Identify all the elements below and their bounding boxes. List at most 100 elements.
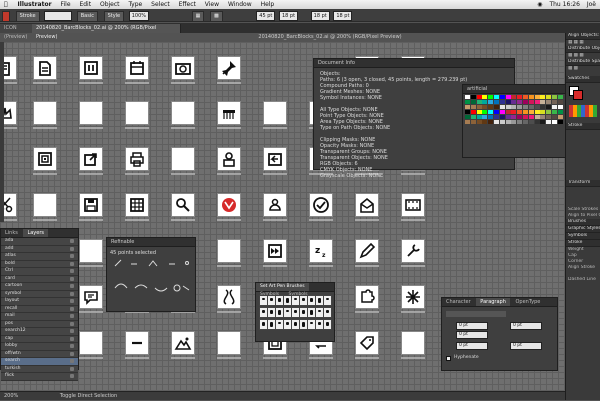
color-swatch[interactable] xyxy=(505,120,511,124)
wrench-icon[interactable] xyxy=(402,240,424,262)
color-swatch[interactable] xyxy=(523,100,528,104)
doc-icon[interactable] xyxy=(34,57,56,79)
color-swatch[interactable] xyxy=(465,95,470,99)
ffwd-icon[interactable] xyxy=(264,240,286,262)
color-swatch[interactable] xyxy=(482,95,488,99)
stroke-swatch-preview[interactable] xyxy=(573,90,583,100)
color-swatch[interactable] xyxy=(540,120,546,124)
layer-row[interactable]: layout xyxy=(1,298,78,306)
color-swatch[interactable] xyxy=(488,95,494,99)
menu-edit[interactable]: Edit xyxy=(79,0,91,9)
layer-row[interactable]: search12 xyxy=(1,328,78,336)
color-swatch[interactable] xyxy=(494,115,499,119)
color-swatch[interactable] xyxy=(517,115,523,119)
color-swatch[interactable] xyxy=(534,115,540,119)
color-swatch[interactable] xyxy=(488,115,494,119)
layer-row[interactable]: Ctrl xyxy=(1,268,78,276)
empty-artboard[interactable] xyxy=(172,102,194,124)
empty-artboard[interactable] xyxy=(34,102,56,124)
label-icon[interactable] xyxy=(356,332,378,354)
menu-object[interactable]: Object xyxy=(100,0,120,9)
empty-artboard[interactable] xyxy=(80,102,102,124)
layer-row[interactable]: pos xyxy=(1,320,78,328)
color-swatch[interactable] xyxy=(470,115,476,119)
save-icon[interactable] xyxy=(80,194,102,216)
color-swatch[interactable] xyxy=(534,100,540,104)
layer-visibility-icon[interactable] xyxy=(70,366,74,371)
clock[interactable]: Thu 16:26 xyxy=(549,1,579,8)
zz-icon[interactable]: zz xyxy=(310,240,332,262)
color-swatch[interactable] xyxy=(557,120,563,124)
color-swatch[interactable] xyxy=(546,95,552,99)
color-swatch[interactable] xyxy=(488,100,494,104)
empty-artboard[interactable] xyxy=(34,194,56,216)
y-field[interactable]: 18 pt xyxy=(278,11,299,21)
color-swatch[interactable] xyxy=(523,115,528,119)
menu-help[interactable]: Help xyxy=(261,0,275,9)
layer-row[interactable]: recall xyxy=(1,305,78,313)
swatches-section[interactable]: Swatches xyxy=(566,76,600,83)
color-swatch[interactable] xyxy=(528,105,534,109)
color-swatch[interactable] xyxy=(488,120,494,124)
app-menu[interactable]: Illustrator xyxy=(18,0,52,9)
hyphenate-checkbox[interactable] xyxy=(446,356,451,361)
color-swatch[interactable] xyxy=(465,105,470,109)
empty-artboard[interactable] xyxy=(402,332,424,354)
color-swatch[interactable] xyxy=(465,115,470,119)
empty-artboard[interactable] xyxy=(218,332,240,354)
document-info-title[interactable]: Document Info xyxy=(314,59,514,68)
tab-barcblocks[interactable]: 20140820_BarcBlocks_02.ai @ 200% (RGB/Pi… xyxy=(32,24,181,40)
left-indent-field[interactable]: 0 pt xyxy=(456,322,488,330)
tab-opentype[interactable]: OpenType xyxy=(512,298,545,306)
symbols-section[interactable]: Symbols xyxy=(566,233,600,240)
stroke-section[interactable]: Stroke xyxy=(566,123,600,130)
transform-section[interactable]: Transform xyxy=(566,180,600,187)
refinable-title[interactable]: Refinable xyxy=(107,238,195,247)
layer-visibility-icon[interactable] xyxy=(70,314,74,318)
color-swatch[interactable] xyxy=(499,100,505,104)
empty-artboard[interactable] xyxy=(172,148,194,170)
tab-layers[interactable]: Layers xyxy=(23,229,48,237)
calendar-icon[interactable] xyxy=(126,57,148,79)
tab-links[interactable]: Links xyxy=(1,229,22,237)
color-swatch[interactable] xyxy=(470,100,476,104)
stroke-panel-title[interactable]: Stroke xyxy=(566,240,600,247)
color-swatch[interactable] xyxy=(557,115,563,119)
color-swatch[interactable] xyxy=(476,100,482,104)
color-swatch[interactable] xyxy=(482,110,488,114)
empty-artboard[interactable] xyxy=(218,240,240,262)
color-swatch[interactable] xyxy=(505,110,511,114)
color-swatch[interactable] xyxy=(482,100,488,104)
user-name[interactable]: Joë xyxy=(587,1,596,8)
spacing-icons[interactable]: ▩ ▩ xyxy=(566,66,600,76)
color-swatch[interactable] xyxy=(540,110,546,114)
color-swatch[interactable] xyxy=(505,95,511,99)
color-swatch[interactable] xyxy=(494,95,499,99)
stroke-weight-field[interactable] xyxy=(44,11,73,21)
height-field[interactable]: 18 pt xyxy=(333,11,353,21)
brush-glyph-cell[interactable] xyxy=(323,319,332,330)
color-swatch[interactable] xyxy=(470,120,476,124)
color-swatch[interactable] xyxy=(534,120,540,124)
swatch-preview[interactable] xyxy=(566,83,600,123)
color-swatch[interactable] xyxy=(523,105,528,109)
color-swatch[interactable] xyxy=(528,110,534,114)
layer-row[interactable]: ada xyxy=(1,238,78,246)
color-swatch[interactable] xyxy=(557,95,563,99)
layer-visibility-icon[interactable] xyxy=(70,254,74,258)
color-swatch[interactable] xyxy=(557,100,563,104)
color-swatch[interactable] xyxy=(499,110,505,114)
color-swatch[interactable] xyxy=(517,110,523,114)
brushes-section[interactable]: Brushes xyxy=(566,219,600,226)
mailopen-icon[interactable] xyxy=(356,194,378,216)
chat-icon[interactable] xyxy=(80,286,102,308)
color-swatch[interactable] xyxy=(528,95,534,99)
align-button[interactable]: ▦ xyxy=(191,11,205,22)
grid-icon[interactable] xyxy=(126,194,148,216)
color-swatch[interactable] xyxy=(511,95,517,99)
tab-character[interactable]: Character xyxy=(442,298,475,306)
target-icon[interactable] xyxy=(34,148,56,170)
layer-row[interactable]: symbol xyxy=(1,290,78,298)
color-swatch[interactable] xyxy=(494,105,499,109)
menu-select[interactable]: Select xyxy=(151,0,170,9)
